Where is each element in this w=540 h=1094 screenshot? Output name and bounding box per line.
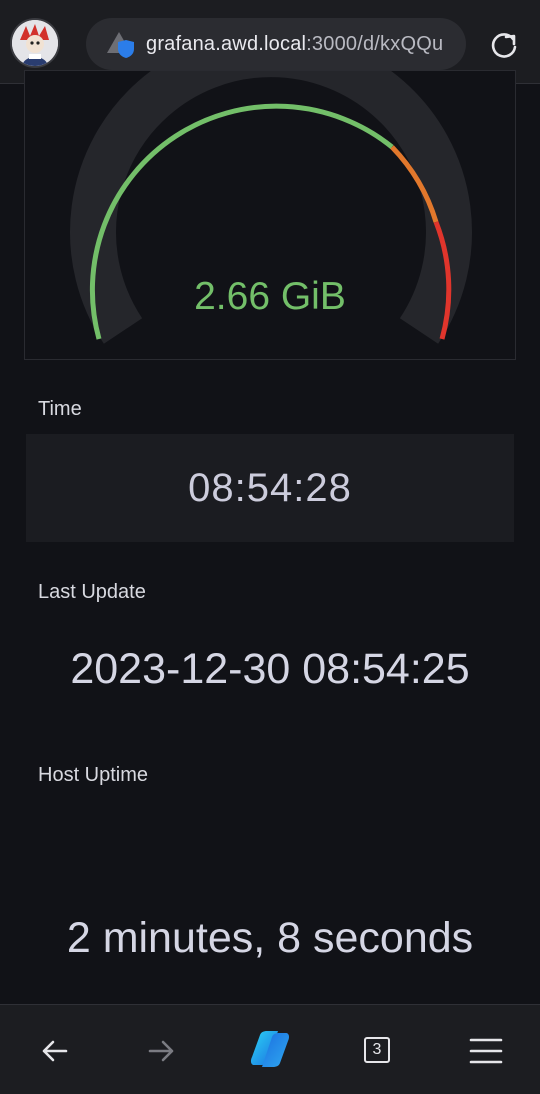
browser-bottom-bar: 3 <box>0 1004 540 1094</box>
not-secure-shield-icon[interactable] <box>106 27 140 61</box>
address-bar[interactable]: grafana.awd.local:3000/d/kxQQu <box>86 18 466 70</box>
forward-arrow-icon[interactable] <box>140 1029 184 1073</box>
memory-gauge: 2.66 GiB <box>70 71 472 344</box>
menu-icon[interactable] <box>464 1029 508 1073</box>
avatar-icon[interactable] <box>12 20 58 66</box>
url-text[interactable]: grafana.awd.local:3000/d/kxQQu <box>146 33 443 56</box>
url-host: grafana.awd.local <box>146 32 307 55</box>
back-arrow-icon[interactable] <box>32 1029 76 1073</box>
url-path: :3000/d/kxQQu <box>306 32 444 55</box>
host-uptime-value: 2 minutes, 8 seconds <box>66 914 474 962</box>
reload-icon[interactable] <box>486 28 522 64</box>
last-update-panel-title: Last Update <box>38 581 146 603</box>
time-panel: 08:54:28 <box>26 434 514 542</box>
time-value: 08:54:28 <box>188 465 352 510</box>
last-update-value: 2023-12-30 08:54:25 <box>70 645 470 693</box>
gauge-value-text: 2.66 GiB <box>194 275 346 318</box>
tabs-icon[interactable]: 3 <box>364 1037 390 1063</box>
memory-gauge-panel: 2.66 GiB <box>24 70 516 360</box>
copilot-icon[interactable] <box>246 1027 294 1071</box>
time-panel-title: Time <box>38 398 82 420</box>
host-uptime-panel-title: Host Uptime <box>38 764 149 786</box>
